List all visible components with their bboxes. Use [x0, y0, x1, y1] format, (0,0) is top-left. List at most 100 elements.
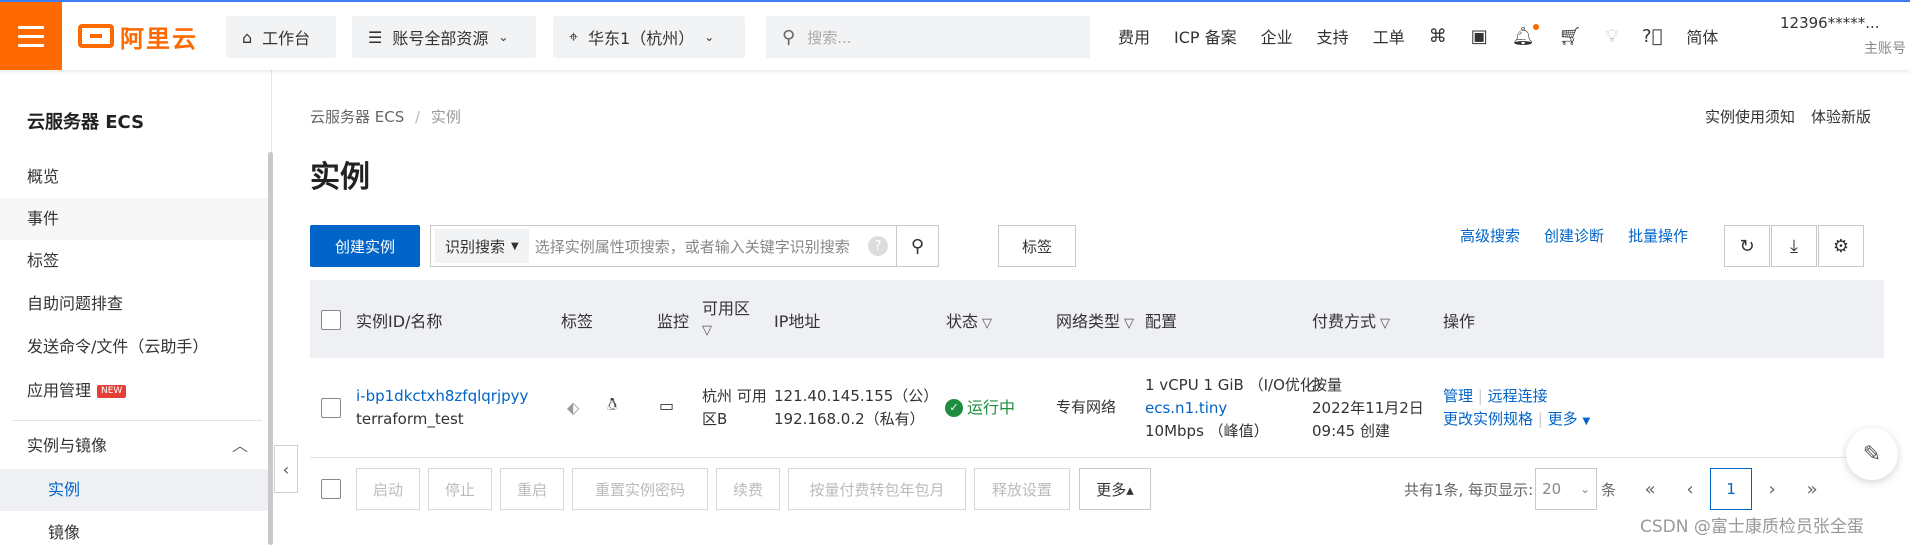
filter-icon[interactable]: ▽	[982, 316, 992, 331]
create-diagnosis-link[interactable]: 创建诊断	[1544, 225, 1604, 246]
sidebar-item-app-management[interactable]: 应用管理 NEW	[0, 370, 270, 412]
chevron-up-icon: ︿	[232, 436, 249, 455]
advanced-search-link[interactable]: 高级搜索	[1460, 225, 1520, 246]
convert-billing-button[interactable]: 按量付费转包年包月	[788, 468, 966, 510]
chevron-down-icon: ⌄	[704, 30, 715, 44]
search-button[interactable]: ⚲	[897, 225, 939, 267]
col-ip: IP地址	[774, 312, 821, 331]
filter-icon[interactable]: ▽	[702, 320, 750, 342]
search-help-icon[interactable]: ?	[868, 236, 888, 256]
zone-line-1: 杭州 可用	[702, 387, 767, 405]
manage-link[interactable]: 管理	[1443, 387, 1473, 405]
monitor-icon[interactable]: ▭	[659, 394, 674, 417]
sidebar-item-cloud-assistant[interactable]: 发送命令/文件（云助手）	[0, 326, 270, 368]
breadcrumb: 云服务器 ECS / 实例	[310, 106, 461, 127]
instance-notice-link[interactable]: 实例使用须知	[1705, 106, 1795, 127]
batch-operation-link[interactable]: 批量操作	[1628, 225, 1688, 246]
prev-page-button[interactable]: ‹	[1670, 468, 1710, 510]
current-page-button[interactable]: 1	[1710, 468, 1753, 510]
global-search-input[interactable]: ⚲ 搜索...	[766, 16, 1090, 58]
sidebar-item-images[interactable]: 镜像	[0, 512, 270, 554]
chevron-down-icon: ⌄	[1580, 482, 1591, 496]
bell-icon[interactable]: 🔔︎	[1512, 23, 1539, 47]
col-billing: 付费方式 ▽	[1312, 308, 1390, 332]
link-ticket[interactable]: 工单	[1373, 24, 1405, 48]
code-icon[interactable]: ⌘	[1429, 26, 1447, 47]
tag-filter-button[interactable]: 标签	[998, 225, 1076, 267]
create-instance-button[interactable]: 创建实例	[310, 225, 420, 267]
row-checkbox[interactable]	[321, 398, 341, 418]
link-support[interactable]: 支持	[1317, 24, 1349, 48]
select-all-checkbox[interactable]	[321, 310, 341, 330]
instance-name: terraform_test	[356, 410, 464, 428]
col-zone-label: 可用区	[702, 299, 751, 318]
renew-button[interactable]: 续费	[716, 468, 780, 510]
sidebar-scrollbar[interactable]	[268, 152, 273, 545]
filter-icon[interactable]: ▽	[1380, 316, 1390, 331]
terminal-icon[interactable]: ▣	[1471, 26, 1488, 47]
sidebar-group-instances-images[interactable]: 实例与镜像 ︿	[0, 425, 270, 467]
breadcrumb-separator: /	[415, 108, 421, 126]
tag-icon[interactable]: ⬖	[567, 396, 579, 419]
download-icon: ⤓	[1790, 235, 1798, 257]
last-page-button[interactable]: »	[1792, 468, 1832, 510]
aliyun-logo[interactable]: 阿里云	[78, 20, 198, 53]
language-switch[interactable]: 简体	[1686, 24, 1718, 48]
instance-type-link[interactable]: ecs.n1.tiny	[1145, 397, 1330, 420]
workbench-button[interactable]: ⌂ 工作台	[226, 16, 336, 58]
breadcrumb-root[interactable]: 云服务器 ECS	[310, 108, 404, 126]
reset-password-button[interactable]: 重置实例密码	[572, 468, 708, 510]
sidebar-collapse-button[interactable]: ‹	[274, 445, 298, 493]
settings-button[interactable]: ⚙	[1818, 225, 1864, 267]
next-page-button[interactable]: ›	[1752, 468, 1792, 510]
sidebar-item-label: 应用管理	[27, 381, 92, 400]
footer-select-all-checkbox[interactable]	[321, 479, 341, 499]
table-header: 实例ID/名称 标签 监控 可用区 ▽ IP地址 状态 ▽ 网络类型 ▽ 配置 付费…	[310, 280, 1884, 358]
restart-button[interactable]: 重启	[500, 468, 564, 510]
table-footer: 启动 停止 重启 重置实例密码 续费 按量付费转包年包月 释放设置 更多▴ 共有…	[310, 468, 1884, 516]
caret-down-icon: ▼	[511, 240, 519, 252]
link-icp[interactable]: ICP 备案	[1174, 24, 1237, 48]
change-spec-link[interactable]: 更改实例规格	[1443, 410, 1533, 428]
link-enterprise[interactable]: 企业	[1261, 24, 1293, 48]
account-role: 主账号	[1864, 41, 1906, 57]
sidebar-item-overview[interactable]: 概览	[0, 156, 270, 198]
account-menu[interactable]: 12396*****... 主账号	[1780, 14, 1910, 58]
stop-button[interactable]: 停止	[428, 468, 492, 510]
feedback-edit-button[interactable]: ✎	[1846, 428, 1898, 480]
search-type-dropdown[interactable]: 识别搜索 ▼	[435, 229, 529, 263]
start-button[interactable]: 启动	[356, 468, 420, 510]
export-button[interactable]: ⤓	[1771, 225, 1817, 267]
breadcrumb-current: 实例	[430, 108, 461, 126]
cart-icon[interactable]: 🛒︎	[1559, 26, 1582, 47]
menu-icon[interactable]	[0, 2, 62, 70]
home-icon: ⌂	[242, 27, 253, 47]
region-dropdown[interactable]: ⌖ 华东1（杭州） ⌄	[553, 16, 745, 58]
top-links: 费用 ICP 备案 企业 支持 工单 ⌘ ▣ 🔔︎ 🛒︎ 💡︎ ?⃝ 简体	[1118, 2, 1718, 70]
page-size-select[interactable]: 20 ⌄	[1535, 468, 1598, 510]
sidebar-item-instances[interactable]: 实例	[0, 469, 270, 511]
instance-id-link[interactable]: i-bp1dkctxh8zfqlqrjpyy	[356, 385, 528, 408]
resources-dropdown[interactable]: ☰ 账号全部资源 ⌄	[352, 16, 536, 58]
more-actions-link[interactable]: 更多	[1548, 410, 1578, 428]
col-instance-id: 实例ID/名称	[356, 312, 443, 331]
instance-search-input[interactable]: 选择实例属性项搜索，或者输入关键字识别搜索	[535, 236, 868, 257]
page-size-value: 20	[1542, 480, 1562, 498]
sidebar-item-troubleshoot[interactable]: 自助问题排查	[0, 283, 270, 325]
region-label: 华东1（杭州）	[588, 29, 695, 48]
sidebar-item-events[interactable]: 事件	[0, 198, 270, 240]
try-new-version-link[interactable]: 体验新版	[1811, 106, 1871, 127]
footer-more-button[interactable]: 更多▴	[1079, 468, 1151, 510]
aliyun-logo-mark	[78, 24, 114, 48]
first-page-button[interactable]: «	[1630, 468, 1670, 510]
sidebar-item-tags[interactable]: 标签	[0, 240, 270, 282]
lightbulb-icon[interactable]: 💡︎	[1605, 26, 1618, 47]
remote-connect-link[interactable]: 远程连接	[1488, 387, 1548, 405]
help-icon[interactable]: ?⃝	[1642, 26, 1662, 47]
filter-icon[interactable]: ▽	[1124, 316, 1134, 331]
link-billing[interactable]: 费用	[1118, 24, 1150, 48]
refresh-button[interactable]: ↻	[1724, 225, 1770, 267]
col-tags: 标签	[561, 312, 594, 331]
release-settings-button[interactable]: 释放设置	[974, 468, 1070, 510]
brand-text: 阿里云	[120, 24, 198, 53]
